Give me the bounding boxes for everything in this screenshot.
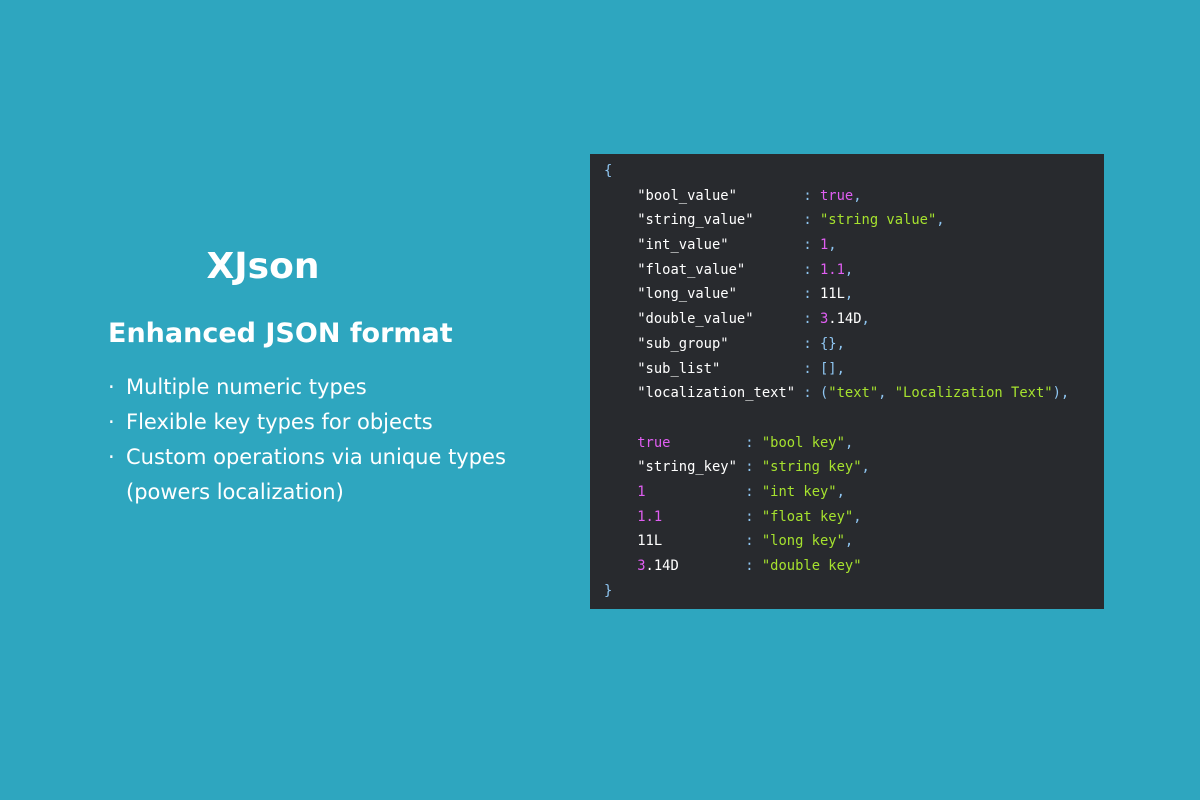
code-token: true [819,187,854,204]
code-token: "bool_value" [604,187,804,204]
code-token: , [844,434,854,451]
code-token: : [803,286,820,303]
code-token: "localization_text" [604,385,804,402]
feature-text: Custom operations via unique types (powe… [126,445,506,504]
code-token: : [803,237,820,254]
code-token: "string_key" [604,459,746,476]
code-token: : [745,558,762,574]
code-token: : [745,508,762,525]
code-token: , [861,311,870,328]
code-line: "double_value" : 3.14D, [604,307,1104,332]
code-line: true : "bool key", [604,431,1104,456]
code-token: , [861,459,870,476]
code-token: , [844,261,854,278]
code-token: "long_value" [604,286,804,303]
code-token: , [936,212,945,229]
code-line: "string_value" : "string value", [604,208,1104,233]
code-token: 1.1 [819,261,845,278]
page-title: XJson [206,246,320,287]
code-token: 1 [637,483,646,500]
code-token: "int_value" [604,237,804,254]
code-line: 1.1 : "float key", [604,505,1104,530]
code-token: } [604,582,613,599]
code-token: .14D [645,558,746,574]
code-line: { [604,159,1104,184]
code-token: true [637,434,671,451]
code-line: } [604,579,1104,604]
feature-item: · Flexible key types for objects [108,405,578,440]
code-token: "float key" [761,508,854,525]
code-line: "bool_value" : true, [604,184,1104,209]
code-token: : [745,434,762,451]
bullet-dot-icon: · [108,375,115,399]
code-token: : [803,187,820,204]
code-token: : [], [803,360,845,377]
code-token: { [604,163,613,179]
code-token: : [803,311,820,328]
code-token: : {}, [803,335,845,352]
code-line: 1 : "int key", [604,480,1104,505]
code-token: , [836,483,845,500]
code-token: : [745,533,762,550]
code-token: "string value" [819,212,937,229]
code-token: "string key" [761,459,862,476]
bullet-dot-icon: · [108,410,115,434]
code-token: , [853,508,862,525]
feature-list: · Multiple numeric types · Flexible key … [108,370,578,510]
code-line: 3.14D : "double key" [604,554,1104,579]
code-token: , [844,286,854,303]
bullet-dot-icon: · [108,445,115,469]
code-line: "int_value" : 1, [604,233,1104,258]
code-token: "sub_group" [604,335,804,352]
code-token: , [853,187,862,204]
code-token: "sub_list" [604,360,804,377]
code-sample-panel: { "bool_value" : true, "string_value" : … [590,154,1104,609]
code-token: : [745,483,762,500]
code-token: "float_value" [604,261,804,278]
page-subtitle: Enhanced JSON format [108,318,453,349]
code-line: 11L : "long key", [604,529,1104,554]
feature-item: · Custom operations via unique types (po… [108,440,578,510]
code-token: ), [1052,385,1070,402]
code-token: "double_value" [604,311,804,328]
code-token: : [803,261,820,278]
code-token: "double key" [761,558,862,574]
code-token: : [745,459,762,476]
code-token: "long key" [761,533,845,550]
feature-item: · Multiple numeric types [108,370,578,405]
code-token: 11L [819,286,845,303]
code-token: 1.1 [637,508,663,525]
code-line: "localization_text" : ("text", "Localiza… [604,381,1104,406]
code-line: "string_key" : "string key", [604,455,1104,480]
code-token: "string_value" [604,212,804,229]
code-token: , [828,237,837,254]
code-line: "long_value" : 11L, [604,282,1104,307]
code-token: "bool key" [761,434,845,451]
code-token: 11L [604,533,746,550]
code-token: "int key" [761,483,837,500]
code-line: "sub_list" : [], [604,357,1104,382]
code-token: : [803,212,820,229]
code-token: , [878,385,895,402]
code-token: : ( [803,385,829,402]
code-line: "sub_group" : {}, [604,332,1104,357]
code-token: "Localization Text" [894,385,1053,402]
feature-text: Flexible key types for objects [126,410,433,434]
code-token: "text" [828,385,879,402]
feature-text: Multiple numeric types [126,375,367,399]
code-token: 3 [637,558,646,574]
code-token: .14D [828,311,862,328]
code-token: , [844,533,854,550]
code-line: "float_value" : 1.1, [604,258,1104,283]
